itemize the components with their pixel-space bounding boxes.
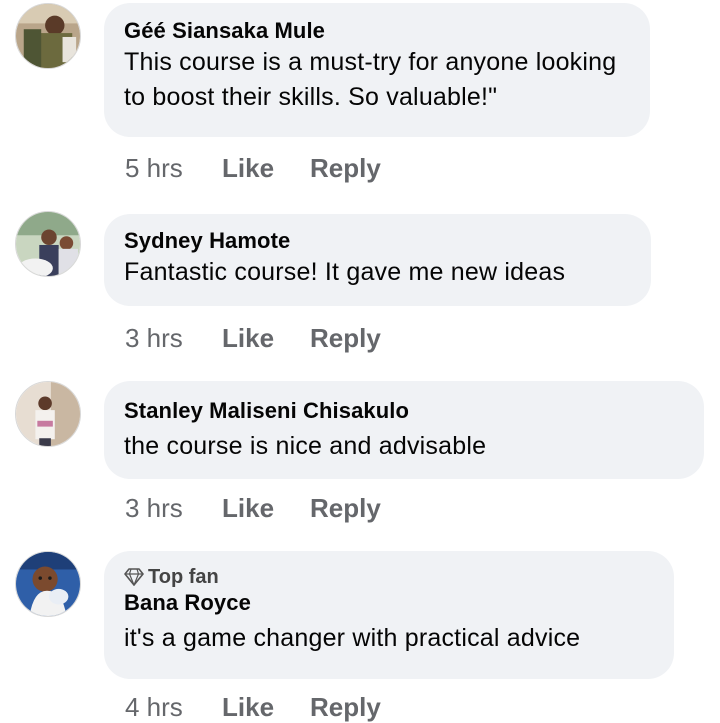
comment-text: it's a game changer with practical advic… — [124, 624, 581, 652]
comment-author[interactable]: Sydney Hamote — [124, 227, 631, 255]
profile-photo — [16, 4, 80, 68]
comment-timestamp[interactable]: 4 hrs — [125, 692, 222, 723]
comment-text: the course is nice and advisable — [124, 432, 487, 460]
comment-text: This course is a must-try for anyone loo… — [124, 48, 617, 111]
avatar[interactable] — [15, 211, 81, 277]
profile-photo — [16, 552, 80, 616]
like-button[interactable]: Like — [222, 493, 310, 524]
like-button[interactable]: Like — [222, 153, 310, 184]
comment-author[interactable]: Stanley Maliseni Chisakulo — [124, 397, 684, 425]
profile-photo — [16, 212, 80, 276]
badge-label: Top fan — [148, 566, 219, 588]
comment-actions: 4 hrs Like Reply — [125, 692, 381, 723]
comment-text: Fantastic course! It gave me new ideas — [124, 258, 566, 286]
reply-button[interactable]: Reply — [310, 323, 381, 354]
comment-actions: 5 hrs Like Reply — [125, 153, 381, 184]
avatar[interactable] — [15, 551, 81, 617]
comment-timestamp[interactable]: 3 hrs — [125, 323, 222, 354]
comment-timestamp[interactable]: 5 hrs — [125, 153, 222, 184]
like-button[interactable]: Like — [222, 692, 310, 723]
avatar[interactable] — [15, 3, 81, 69]
comment-author[interactable]: Bana Royce — [124, 589, 654, 617]
comment-author[interactable]: Géé Siansaka Mule — [124, 17, 630, 45]
comment-timestamp[interactable]: 3 hrs — [125, 493, 222, 524]
reply-button[interactable]: Reply — [310, 153, 381, 184]
comment-bubble: Top fan Bana Royce it's a game changer w… — [104, 551, 674, 679]
profile-photo — [16, 382, 80, 446]
diamond-icon — [124, 568, 144, 586]
reply-button[interactable]: Reply — [310, 493, 381, 524]
reply-button[interactable]: Reply — [310, 692, 381, 723]
top-fan-badge: Top fan — [124, 565, 654, 589]
comment-bubble: Stanley Maliseni Chisakulo the course is… — [104, 381, 704, 479]
comment-actions: 3 hrs Like Reply — [125, 493, 381, 524]
avatar[interactable] — [15, 381, 81, 447]
comment-bubble: Sydney Hamote Fantastic course! It gave … — [104, 214, 651, 306]
comment-bubble: Géé Siansaka Mule This course is a must-… — [104, 3, 650, 137]
comment-actions: 3 hrs Like Reply — [125, 323, 381, 354]
like-button[interactable]: Like — [222, 323, 310, 354]
